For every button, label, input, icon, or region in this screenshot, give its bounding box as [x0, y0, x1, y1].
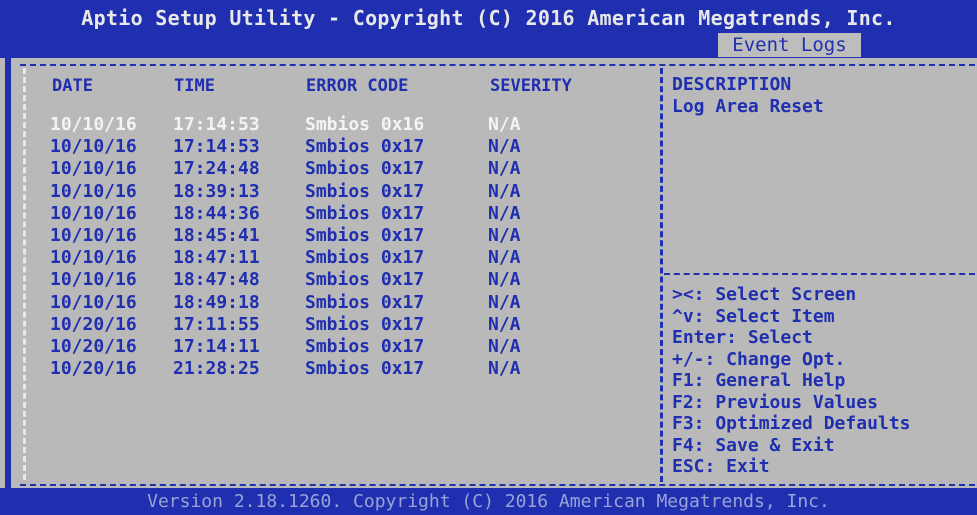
bios-setup-screen: Aptio Setup Utility - Copyright (C) 2016… [0, 0, 977, 515]
help-select-screen: ><: Select Screen [672, 284, 857, 305]
help-select-item: ^v: Select Item [672, 305, 835, 327]
log-severity: N/A [488, 247, 521, 269]
left-dashed-border [23, 68, 26, 480]
help-esc-exit: ESC: Exit [672, 456, 770, 477]
column-header-severity: SEVERITY [490, 76, 572, 96]
help-optimized-defaults: F3: Optimized Defaults [672, 413, 911, 434]
help-divider [664, 273, 975, 275]
log-date: 10/20/16 [50, 335, 137, 357]
log-time: 17:24:48 [173, 158, 260, 180]
log-error-code: Smbios 0x17 [305, 158, 425, 180]
top-divider [20, 64, 975, 66]
log-error-code: Smbios 0x17 [305, 136, 425, 158]
log-error-code: Smbios 0x17 [305, 335, 425, 357]
column-header-time: TIME [174, 76, 215, 96]
bottom-divider [20, 484, 975, 486]
log-severity: N/A [488, 269, 521, 291]
help-enter-select: Enter: Select [672, 327, 813, 348]
log-error-code: Smbios 0x16 [305, 114, 425, 135]
key-help-list: ><: Select Screen ^v: Select Item Enter:… [672, 284, 910, 478]
log-date: 10/10/16 [50, 291, 137, 313]
help-save-exit: F4: Save & Exit [672, 434, 835, 456]
log-error-code: Smbios 0x17 [305, 358, 425, 380]
log-error-code: Smbios 0x17 [305, 247, 425, 269]
log-date: 10/20/16 [50, 358, 137, 380]
description-heading: DESCRIPTION [672, 74, 792, 95]
log-severity: N/A [488, 358, 521, 380]
help-previous-values: F2: Previous Values [672, 391, 878, 413]
log-error-code: Smbios 0x17 [305, 291, 425, 313]
log-date: 10/10/16 [50, 158, 137, 180]
log-time: 17:14:53 [173, 136, 260, 158]
log-date: 10/10/16 [50, 136, 137, 158]
log-severity: N/A [488, 313, 521, 335]
log-error-code: Smbios 0x17 [305, 180, 425, 202]
log-severity: N/A [488, 136, 521, 158]
footer-bar: Version 2.18.1260. Copyright (C) 2016 Am… [0, 488, 977, 515]
log-time: 18:49:18 [173, 291, 260, 313]
log-severity: N/A [488, 335, 521, 357]
log-severity: N/A [488, 291, 521, 313]
log-severity: N/A [488, 224, 521, 246]
log-error-code: Smbios 0x17 [305, 313, 425, 335]
tab-event-logs[interactable]: Event Logs [718, 33, 861, 57]
log-time: 18:47:48 [173, 269, 260, 291]
log-severity: N/A [488, 180, 521, 202]
column-header-date: DATE [52, 76, 93, 96]
log-date: 10/10/16 [50, 180, 137, 202]
log-time: 21:28:25 [173, 358, 260, 380]
log-date: 10/10/16 [50, 202, 137, 224]
version-text: Version 2.18.1260. Copyright (C) 2016 Am… [147, 491, 830, 512]
log-error-code: Smbios 0x17 [305, 202, 425, 224]
log-time: 18:39:13 [173, 180, 260, 202]
header-bar: Aptio Setup Utility - Copyright (C) 2016… [0, 0, 977, 58]
log-date: 10/10/16 [50, 247, 137, 269]
app-title: Aptio Setup Utility - Copyright (C) 2016… [81, 6, 896, 30]
left-border [5, 58, 11, 488]
help-change-opt: +/-: Change Opt. [672, 348, 846, 370]
log-time: 17:11:55 [173, 313, 260, 335]
log-severity: N/A [488, 202, 521, 224]
log-date: 10/10/16 [50, 114, 137, 135]
log-severity: N/A [488, 114, 521, 135]
log-date: 10/10/16 [50, 224, 137, 246]
log-error-code: Smbios 0x17 [305, 224, 425, 246]
log-time: 17:14:11 [173, 335, 260, 357]
column-header-error-code: ERROR CODE [306, 76, 409, 96]
panel-divider [660, 68, 663, 482]
log-time: 17:14:53 [173, 114, 260, 135]
help-general-help: F1: General Help [672, 370, 846, 391]
log-error-code: Smbios 0x17 [305, 269, 425, 291]
log-time: 18:45:41 [173, 224, 260, 246]
log-date: 10/10/16 [50, 269, 137, 291]
log-time: 18:44:36 [173, 202, 260, 224]
description-text: Log Area Reset [672, 96, 824, 117]
log-severity: N/A [488, 158, 521, 180]
log-date: 10/20/16 [50, 313, 137, 335]
log-time: 18:47:11 [173, 247, 260, 269]
